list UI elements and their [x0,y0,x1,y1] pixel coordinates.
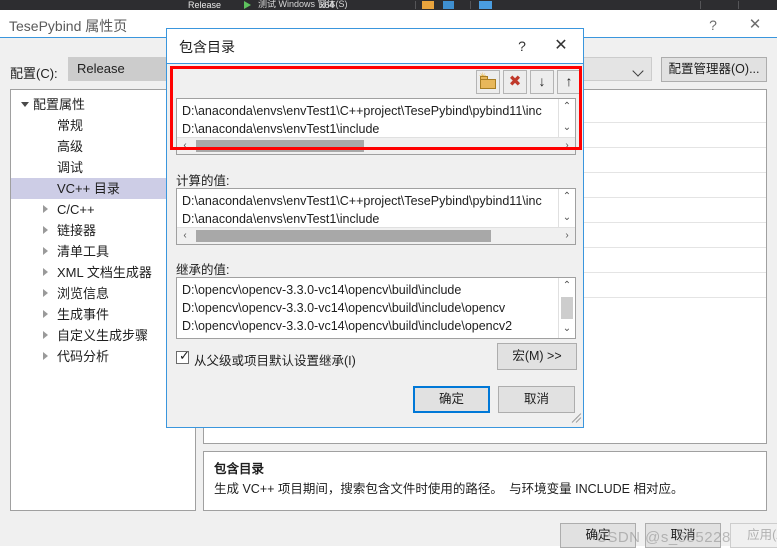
inherited-values-listbox[interactable]: D:\opencv\opencv-3.3.0-vc14\opencv\build… [176,277,576,339]
checkbox-box[interactable]: ✓ [176,348,190,364]
list-item: D:\anaconda\envs\envTest1\C++project\Tes… [182,194,542,208]
tree-item-label: VC++ 目录 [57,181,120,196]
horizontal-scrollbar[interactable]: ‹ › [177,227,575,244]
inherit-checkbox-label: 从父级或项目默认设置继承(I) [194,354,356,368]
scroll-down-icon[interactable]: ⌄ [559,120,575,137]
page-title: TesePybind 属性页 [9,18,128,34]
scroll-up-icon[interactable]: ⌃ [559,278,575,295]
tree-item-label: 生成事件 [57,307,110,322]
dialog-titlebar: 包含目录 ? ✕ [167,29,583,64]
expander-right-icon[interactable] [43,226,48,234]
chevron-down-icon [632,65,644,77]
list-item: D:\opencv\opencv-3.3.0-vc14\opencv\build… [182,283,462,297]
delete-x-icon: ✖ [508,73,522,90]
toolbar-separator [415,1,416,9]
expander-right-icon[interactable] [43,331,48,339]
expander-right-icon[interactable] [43,268,48,276]
tree-item-label: 自定义生成步骤 [57,328,149,343]
inherited-values-label: 继承的值: [176,263,230,277]
tree-item-label: 常规 [57,118,84,133]
description-box: 包含目录 生成 VC++ 项目期间，搜索包含文件时使用的路径。 与环境变量 IN… [203,451,767,511]
property-page-apply-button[interactable]: 应用(A) [730,523,777,548]
toolbar-separator [470,1,471,9]
vs-toolbar-blue-icon-1[interactable] [443,1,454,9]
resize-grip[interactable] [568,412,582,424]
dialog-close-icon[interactable]: ✕ [549,35,573,57]
config-label: 配置(C): [10,66,58,81]
run-play-icon[interactable] [244,1,251,9]
scroll-down-icon[interactable]: ⌄ [559,210,575,227]
help-icon[interactable]: ? [703,15,723,35]
evaluated-value-listbox[interactable]: D:\anaconda\envs\envTest1\C++project\Tes… [176,188,576,245]
vs-toolbar-left-group [0,0,184,10]
tree-item-label: 链接器 [57,223,97,238]
vertical-scrollbar[interactable]: ⌃ ⌄ [558,99,575,137]
tree-item-label: 清单工具 [57,244,110,259]
dialog-help-icon[interactable]: ? [511,35,533,57]
toolbar-separator [738,1,739,9]
expander-right-icon[interactable] [43,205,48,213]
checkmark-icon: ✓ [179,348,190,363]
config-manager-button[interactable]: 配置管理器(O)... [661,57,767,82]
scroll-down-icon[interactable]: ⌄ [559,321,575,338]
tree-item-label: C/C++ [57,202,95,217]
expander-right-icon[interactable] [43,247,48,255]
description-text: 生成 VC++ 项目期间，搜索包含文件时使用的路径。 与环境变量 INCLUDE… [214,482,684,496]
vertical-scrollbar[interactable]: ⌃ ⌄ [558,278,575,338]
folder-icon [480,79,496,89]
list-item[interactable]: D:\anaconda\envs\envTest1\include [182,120,379,138]
move-down-button[interactable]: ↓ [530,70,554,94]
expander-right-icon[interactable] [43,352,48,360]
vertical-scrollbar[interactable]: ⌃ ⌄ [558,189,575,227]
scroll-right-icon[interactable]: › [559,228,575,244]
scroll-left-icon[interactable]: ‹ [177,228,193,244]
tree-item-label: 配置属性 [33,97,86,112]
scroll-up-icon[interactable]: ⌃ [559,189,575,206]
vs-toolbar-window-menu[interactable]: 测试 Windows 窗体(S) [258,0,408,10]
list-item: D:\anaconda\envs\envTest1\include [182,212,380,226]
list-item[interactable]: D:\anaconda\envs\envTest1\C++project\Tes… [182,102,542,120]
tree-item-label: 调试 [57,160,84,175]
scroll-up-icon[interactable]: ⌃ [559,99,575,116]
new-folder-button[interactable]: ✳ [476,70,500,94]
expander-right-icon[interactable] [43,289,48,297]
move-up-button[interactable]: ↑ [557,70,581,94]
vs-toolbar-blue-icon-2[interactable] [479,1,492,9]
hscroll-thumb[interactable] [196,230,491,242]
scroll-right-icon[interactable]: › [559,138,575,154]
vs-toolbar-config-text[interactable]: Release [188,0,221,10]
list-item: D:\opencv\opencv-3.3.0-vc14\opencv\build… [182,301,506,315]
hscroll-thumb[interactable] [196,140,364,152]
dialog-title: 包含目录 [179,39,235,55]
arrow-down-icon: ↓ [538,73,546,89]
close-icon[interactable]: ✕ [744,15,766,35]
expander-down-icon[interactable] [21,102,29,107]
scroll-left-icon[interactable]: ‹ [177,138,193,154]
horizontal-scrollbar[interactable]: ‹ › [177,137,575,154]
expander-right-icon[interactable] [43,310,48,318]
dialog-ok-button[interactable]: 确定 [413,386,490,413]
watermark: CSDN @s_555228 [596,529,731,546]
vscroll-thumb[interactable] [561,297,573,319]
dialog-cancel-button[interactable]: 取消 [498,386,575,413]
tree-item-label: 代码分析 [57,349,110,364]
tree-item-label: 浏览信息 [57,286,110,301]
vs-toolbar-orange-icon[interactable] [422,1,434,9]
evaluated-value-label: 计算的值: [176,174,230,188]
tree-item-label: XML 文档生成器 [57,265,152,280]
vs-toolbar-strip: Release x64 测试 Windows 窗体(S) [0,0,777,10]
delete-entry-button[interactable]: ✖ [503,70,527,94]
config-combo-value: Release [77,61,125,76]
toolbar-separator [700,1,701,9]
tree-item-label: 高级 [57,139,84,154]
description-title: 包含目录 [214,462,265,476]
list-item: D:\opencv\opencv-3.3.0-vc14\opencv\build… [182,319,513,333]
include-paths-listbox[interactable]: D:\anaconda\envs\envTest1\C++project\Tes… [176,98,576,155]
arrow-up-icon: ↑ [565,73,573,89]
macros-button[interactable]: 宏(M) >> [497,343,577,370]
